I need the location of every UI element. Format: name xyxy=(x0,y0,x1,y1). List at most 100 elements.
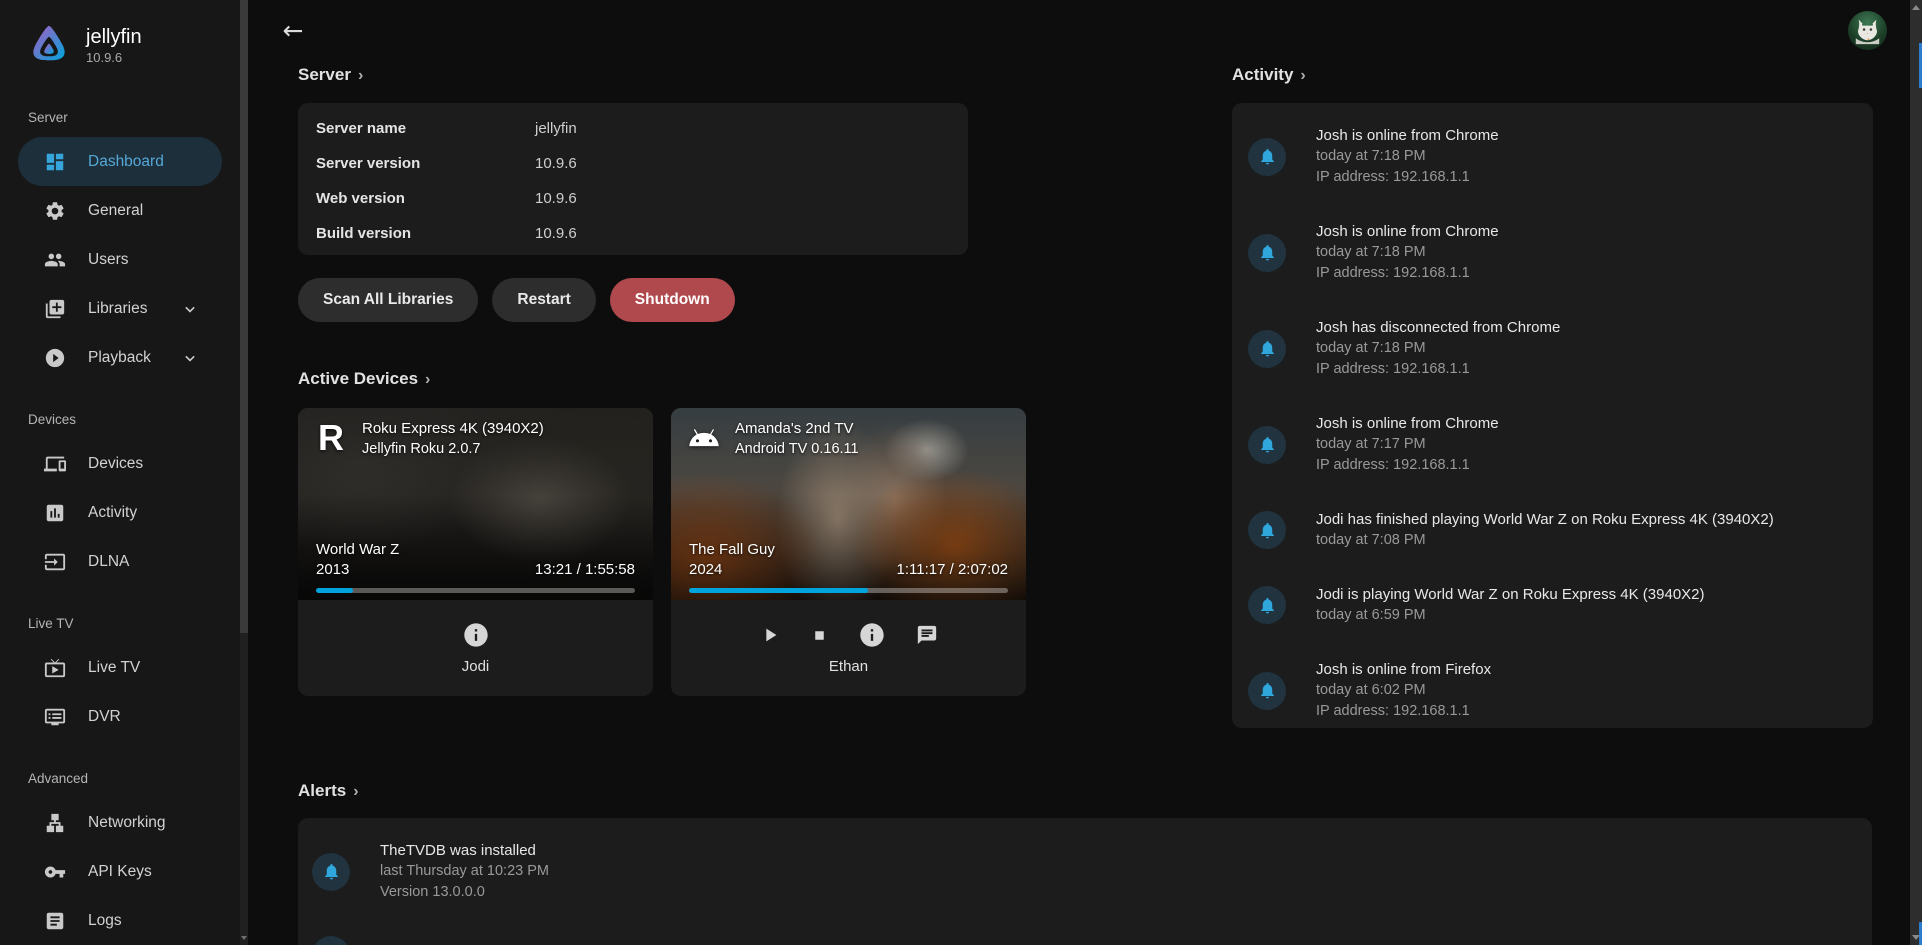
app-version: 10.9.6 xyxy=(86,49,142,66)
page-scrollbar[interactable] xyxy=(1910,0,1922,945)
activity-card: Josh is online from Chrometoday at 7:18 … xyxy=(1232,103,1873,728)
sidebar-item-label: Playback xyxy=(88,349,151,367)
activity-title: Josh is online from Chrome xyxy=(1316,413,1499,434)
media-year: 2024 xyxy=(689,560,722,580)
alert-title: TheTVDB was installed xyxy=(380,840,549,861)
activity-heading[interactable]: Activity› xyxy=(1232,64,1306,86)
activity-title: Josh is online from Chrome xyxy=(1316,125,1499,146)
client-version: Jellyfin Roku 2.0.7 xyxy=(362,439,544,459)
session-username: Ethan xyxy=(829,658,868,675)
activity-item: Josh is online from Chrometoday at 7:18 … xyxy=(1248,125,1857,188)
activity-time: today at 6:59 PM xyxy=(1316,605,1705,626)
activity-time: today at 7:17 PM xyxy=(1316,434,1499,455)
activity-title: Jodi has finished playing World War Z on… xyxy=(1316,509,1774,530)
bell-icon xyxy=(1258,147,1277,166)
sidebar-item-libraries[interactable]: Libraries xyxy=(18,284,222,333)
info-label: Web version xyxy=(316,190,535,207)
sidebar-item-label: Networking xyxy=(88,814,166,832)
live-tv-icon xyxy=(44,657,66,679)
sidebar-item-logs[interactable]: Logs xyxy=(18,896,222,945)
users-icon xyxy=(44,249,66,271)
device-card-roku[interactable]: R Roku Express 4K (3940X2) Jellyfin Roku… xyxy=(298,408,653,696)
dashboard-icon xyxy=(44,151,66,173)
activity-time: today at 7:18 PM xyxy=(1316,338,1560,359)
gear-icon xyxy=(44,200,66,222)
info-label: Build version xyxy=(316,225,535,242)
notification-badge xyxy=(312,936,350,945)
sidebar-item-dashboard[interactable]: Dashboard xyxy=(18,137,222,186)
info-label: Server name xyxy=(316,120,535,137)
device-name: Amanda's 2nd TV xyxy=(735,418,859,439)
info-icon[interactable] xyxy=(462,621,490,649)
sidebar-item-activity[interactable]: Activity xyxy=(18,488,222,537)
activity-title: Josh is online from Chrome xyxy=(1316,221,1499,242)
playback-progress-bar xyxy=(689,588,1008,593)
bell-icon xyxy=(1258,681,1277,700)
back-button[interactable]: ← xyxy=(276,14,310,48)
activity-detail: IP address: 192.168.1.1 xyxy=(1316,359,1560,380)
bar-chart-icon xyxy=(44,502,66,524)
sidebar-item-label: Logs xyxy=(88,912,122,930)
app-identity: jellyfin 10.9.6 xyxy=(86,25,142,66)
message-icon[interactable] xyxy=(916,624,938,646)
notification-badge xyxy=(1248,511,1286,549)
scroll-up-arrow-icon[interactable] xyxy=(1912,5,1920,10)
notification-badge xyxy=(1248,234,1286,272)
play-icon[interactable] xyxy=(759,624,781,646)
playback-time: 1:11:17 / 2:07:02 xyxy=(897,560,1008,580)
sidebar-scrollbar[interactable] xyxy=(240,0,248,945)
scan-all-libraries-button[interactable]: Scan All Libraries xyxy=(298,278,478,322)
activity-item: Josh has disconnected from Chrometoday a… xyxy=(1248,317,1857,380)
sidebar-item-playback[interactable]: Playback xyxy=(18,333,222,382)
sidebar-item-dvr[interactable]: DVR xyxy=(18,692,222,741)
device-card-android-tv[interactable]: Amanda's 2nd TV Android TV 0.16.11 The F… xyxy=(671,408,1026,696)
activity-title: Jodi is playing World War Z on Roku Expr… xyxy=(1316,584,1705,605)
alerts-heading[interactable]: Alerts› xyxy=(298,780,359,802)
activity-time: today at 7:08 PM xyxy=(1316,530,1774,551)
shutdown-button[interactable]: Shutdown xyxy=(610,278,735,322)
sidebar-item-general[interactable]: General xyxy=(18,186,222,235)
media-title: The Fall Guy xyxy=(689,540,1008,560)
device-header: R Roku Express 4K (3940X2) Jellyfin Roku… xyxy=(311,418,643,459)
bell-icon xyxy=(1258,435,1277,454)
sidebar-item-label: Devices xyxy=(88,455,143,473)
info-value: jellyfin xyxy=(535,120,577,137)
info-icon[interactable] xyxy=(858,621,886,649)
sidebar-item-users[interactable]: Users xyxy=(18,235,222,284)
app-name: jellyfin xyxy=(86,25,142,49)
activity-item: Josh is online from Chrometoday at 7:18 … xyxy=(1248,221,1857,284)
user-avatar[interactable] xyxy=(1848,11,1887,50)
stop-icon[interactable] xyxy=(811,627,828,644)
sidebar-item-label: Live TV xyxy=(88,659,140,677)
now-playing-info: World War Z 2013 13:21 / 1:55:58 xyxy=(316,540,635,597)
sidebar-scrollbar-thumb[interactable] xyxy=(240,0,248,633)
jellyfin-dashboard: jellyfin 10.9.6 Server Dashboard General… xyxy=(0,0,1922,945)
restart-button[interactable]: Restart xyxy=(492,278,595,322)
heading-chevron-icon: › xyxy=(353,783,358,800)
server-section-heading[interactable]: Server› xyxy=(298,64,363,86)
bell-icon xyxy=(1258,243,1277,262)
sidebar-item-networking[interactable]: Networking xyxy=(18,798,222,847)
info-value: 10.9.6 xyxy=(535,155,577,172)
document-icon xyxy=(44,910,66,932)
sidebar-item-dlna[interactable]: DLNA xyxy=(18,537,222,586)
sidebar-item-live-tv[interactable]: Live TV xyxy=(18,643,222,692)
sidebar-item-label: API Keys xyxy=(88,863,152,881)
notification-badge xyxy=(1248,330,1286,368)
scroll-down-arrow-icon[interactable] xyxy=(241,936,247,940)
sidebar-item-label: DLNA xyxy=(88,553,129,571)
server-heading-label: Server xyxy=(298,65,351,84)
input-icon xyxy=(44,551,66,573)
alert-item: AniDB was installed xyxy=(312,936,1856,945)
active-devices-heading[interactable]: Active Devices› xyxy=(298,368,430,390)
notification-badge xyxy=(1248,586,1286,624)
device-card-footer: Jodi xyxy=(298,600,653,696)
device-name: Roku Express 4K (3940X2) xyxy=(362,418,544,439)
server-version-row: Server version 10.9.6 xyxy=(316,146,968,181)
sidebar-item-api-keys[interactable]: API Keys xyxy=(18,847,222,896)
cat-avatar-image xyxy=(1848,11,1887,50)
activity-label: Activity xyxy=(1232,65,1293,84)
activity-time: today at 7:18 PM xyxy=(1316,242,1499,263)
devices-icon xyxy=(44,453,66,475)
sidebar-item-devices[interactable]: Devices xyxy=(18,439,222,488)
